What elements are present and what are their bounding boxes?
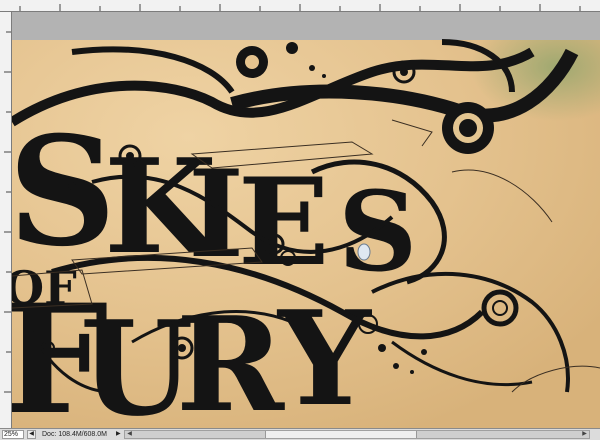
scroll-left-icon[interactable]: ◀: [125, 431, 134, 438]
status-bar: 25% ◀ Doc: 108.4M/608.0M ▶ ◀ ▶: [0, 428, 600, 440]
svg-text:S: S: [338, 167, 417, 296]
svg-text:S: S: [12, 104, 116, 280]
vertical-ruler[interactable]: [0, 12, 12, 428]
document-size-info: Doc: 108.4M/608.0M: [42, 431, 107, 438]
left-nav-icon[interactable]: ◀: [27, 430, 36, 439]
scrollbar-thumb[interactable]: [265, 431, 417, 438]
skies-of-fury-artwork[interactable]: S K I E S OF F U R Y: [12, 12, 600, 428]
svg-text:R: R: [176, 288, 285, 428]
scroll-right-icon[interactable]: ▶: [580, 431, 589, 438]
horizontal-scrollbar[interactable]: ◀ ▶: [124, 430, 590, 439]
zoom-level-field[interactable]: 25%: [2, 430, 24, 439]
triangle-right-icon[interactable]: ▶: [116, 430, 121, 439]
document-canvas[interactable]: S K I E S OF F U R Y: [12, 12, 600, 428]
horizontal-ruler[interactable]: [0, 0, 600, 12]
